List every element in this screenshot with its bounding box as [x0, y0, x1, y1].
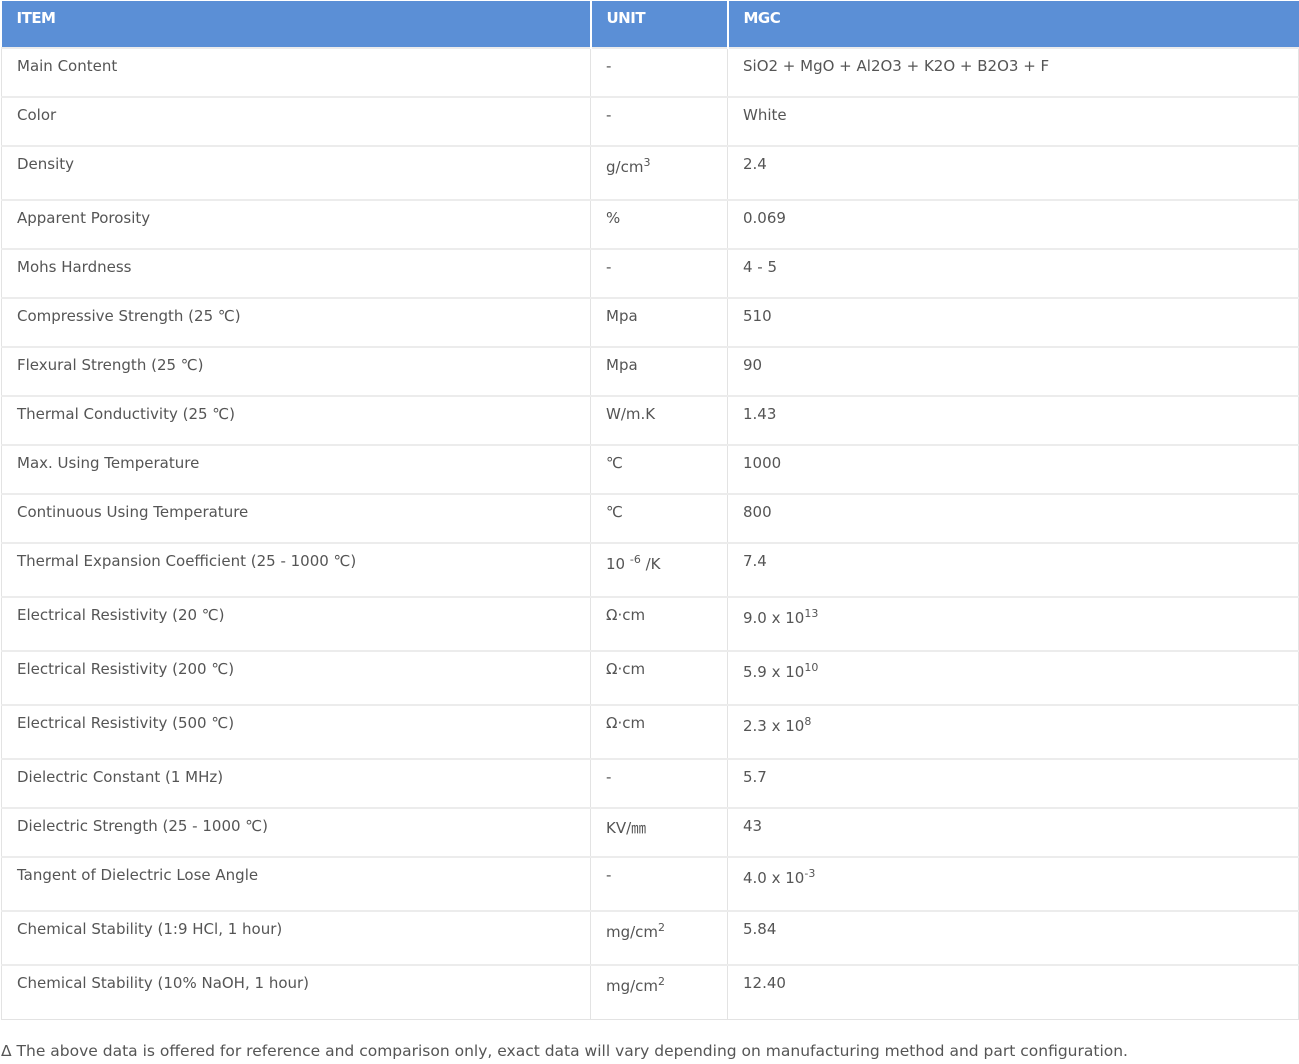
- column-header-item: ITEM: [1, 1, 591, 48]
- item-cell: Color: [1, 96, 591, 147]
- value-cell: SiO2 + MgO + Al2O3 + K2O + B2O3 + F: [727, 47, 1299, 98]
- item-cell: Dielectric Strength (25 - 1000 ℃): [1, 807, 591, 858]
- table-row: Max. Using Temperature ℃ 1000: [1, 444, 1299, 495]
- item-cell: Mohs Hardness: [1, 248, 591, 299]
- unit-cell: -: [590, 96, 728, 147]
- value-cell: 0.069: [727, 199, 1299, 250]
- unit-cell: mg/cm2: [590, 910, 728, 966]
- unit-cell: mg/cm2: [590, 964, 728, 1020]
- unit-cell: Ω·cm: [590, 596, 728, 652]
- unit-suffix: /K: [645, 555, 661, 573]
- table-header-row: ITEM UNIT MGC: [1, 1, 1299, 48]
- unit-superscript: 2: [658, 975, 666, 988]
- unit-cell: -: [590, 248, 728, 299]
- table-row: Continuous Using Temperature ℃ 800: [1, 493, 1299, 544]
- unit-cell: ℃: [590, 444, 728, 495]
- value-superscript: 13: [804, 607, 819, 620]
- item-cell: Main Content: [1, 47, 591, 98]
- unit-base: mg/cm: [606, 923, 659, 941]
- value-base: 9.0 x 10: [743, 609, 805, 627]
- table-row: Dielectric Strength (25 - 1000 ℃) KV/㎜ 4…: [1, 807, 1299, 858]
- item-cell: Thermal Conductivity (25 ℃): [1, 395, 591, 446]
- table-row: Electrical Resistivity (20 ℃) Ω·cm 9.0 x…: [1, 596, 1299, 652]
- table-row: Tangent of Dielectric Lose Angle - 4.0 x…: [1, 856, 1299, 912]
- item-cell: Compressive Strength (25 ℃): [1, 297, 591, 348]
- table-row: Apparent Porosity % 0.069: [1, 199, 1299, 250]
- item-cell: Electrical Resistivity (500 ℃): [1, 704, 591, 760]
- item-cell: Chemical Stability (1:9 HCl, 1 hour): [1, 910, 591, 966]
- unit-superscript: 3: [643, 156, 651, 169]
- item-cell: Dielectric Constant (1 MHz): [1, 758, 591, 809]
- unit-cell: Mpa: [590, 346, 728, 397]
- unit-base: 10: [606, 555, 626, 573]
- value-cell: 5.84: [727, 910, 1299, 966]
- item-cell: Thermal Expansion Coefficient (25 - 1000…: [1, 542, 591, 598]
- unit-cell: -: [590, 758, 728, 809]
- properties-table: ITEM UNIT MGC Main Content - SiO2 + MgO …: [1, 1, 1299, 1020]
- value-cell: 1.43: [727, 395, 1299, 446]
- item-cell: Flexural Strength (25 ℃): [1, 346, 591, 397]
- table-row: Chemical Stability (10% NaOH, 1 hour) mg…: [1, 964, 1299, 1020]
- item-cell: Apparent Porosity: [1, 199, 591, 250]
- value-superscript: -3: [804, 867, 816, 880]
- table-row: Density g/cm3 2.4: [1, 145, 1299, 201]
- unit-superscript: -6: [629, 553, 641, 566]
- value-cell: 510: [727, 297, 1299, 348]
- value-superscript: 10: [804, 661, 819, 674]
- value-cell: White: [727, 96, 1299, 147]
- table-row: Flexural Strength (25 ℃) Mpa 90: [1, 346, 1299, 397]
- value-cell: 1000: [727, 444, 1299, 495]
- value-cell: 2.3 x 108: [727, 704, 1299, 760]
- value-cell: 2.4: [727, 145, 1299, 201]
- value-base: 2.3 x 10: [743, 717, 805, 735]
- unit-cell: %: [590, 199, 728, 250]
- item-cell: Chemical Stability (10% NaOH, 1 hour): [1, 964, 591, 1020]
- unit-cell: Ω·cm: [590, 704, 728, 760]
- value-cell: 43: [727, 807, 1299, 858]
- unit-cell: ℃: [590, 493, 728, 544]
- unit-base: mg/cm: [606, 977, 659, 995]
- column-header-unit: UNIT: [589, 1, 728, 48]
- value-cell: 12.40: [727, 964, 1299, 1020]
- table-row: Thermal Conductivity (25 ℃) W/m.K 1.43: [1, 395, 1299, 446]
- unit-cell: Mpa: [590, 297, 728, 348]
- table-row: Compressive Strength (25 ℃) Mpa 510: [1, 297, 1299, 348]
- unit-cell: -: [590, 856, 728, 912]
- item-cell: Tangent of Dielectric Lose Angle: [1, 856, 591, 912]
- value-cell: 90: [727, 346, 1299, 397]
- value-cell: 7.4: [727, 542, 1299, 598]
- unit-superscript: 2: [658, 921, 666, 934]
- table-row: Electrical Resistivity (500 ℃) Ω·cm 2.3 …: [1, 704, 1299, 760]
- unit-cell: Ω·cm: [590, 650, 728, 706]
- value-superscript: 8: [804, 715, 812, 728]
- table-row: Dielectric Constant (1 MHz) - 5.7: [1, 758, 1299, 809]
- value-cell: 5.9 x 1010: [727, 650, 1299, 706]
- value-cell: 4 - 5: [727, 248, 1299, 299]
- value-cell: 9.0 x 1013: [727, 596, 1299, 652]
- table-row: Mohs Hardness - 4 - 5: [1, 248, 1299, 299]
- value-cell: 4.0 x 10-3: [727, 856, 1299, 912]
- item-cell: Continuous Using Temperature: [1, 493, 591, 544]
- value-cell: 800: [727, 493, 1299, 544]
- table-row: Electrical Resistivity (200 ℃) Ω·cm 5.9 …: [1, 650, 1299, 706]
- table-row: Color - White: [1, 96, 1299, 147]
- table-row: Chemical Stability (1:9 HCl, 1 hour) mg/…: [1, 910, 1299, 966]
- item-cell: Electrical Resistivity (200 ℃): [1, 650, 591, 706]
- item-cell: Max. Using Temperature: [1, 444, 591, 495]
- unit-cell: W/m.K: [590, 395, 728, 446]
- column-header-mgc: MGC: [726, 1, 1299, 48]
- unit-cell: g/cm3: [590, 145, 728, 201]
- item-cell: Electrical Resistivity (20 ℃): [1, 596, 591, 652]
- unit-base: g/cm: [606, 158, 644, 176]
- value-cell: 5.7: [727, 758, 1299, 809]
- unit-cell: 10 -6 /K: [590, 542, 728, 598]
- item-cell: Density: [1, 145, 591, 201]
- unit-cell: KV/㎜: [590, 807, 728, 858]
- table-row: Main Content - SiO2 + MgO + Al2O3 + K2O …: [1, 47, 1299, 98]
- table-row: Thermal Expansion Coefficient (25 - 1000…: [1, 542, 1299, 598]
- value-base: 5.9 x 10: [743, 663, 805, 681]
- value-base: 4.0 x 10: [743, 869, 805, 887]
- reference-footnote: Δ The above data is offered for referenc…: [1, 1042, 1128, 1060]
- unit-cell: -: [590, 47, 728, 98]
